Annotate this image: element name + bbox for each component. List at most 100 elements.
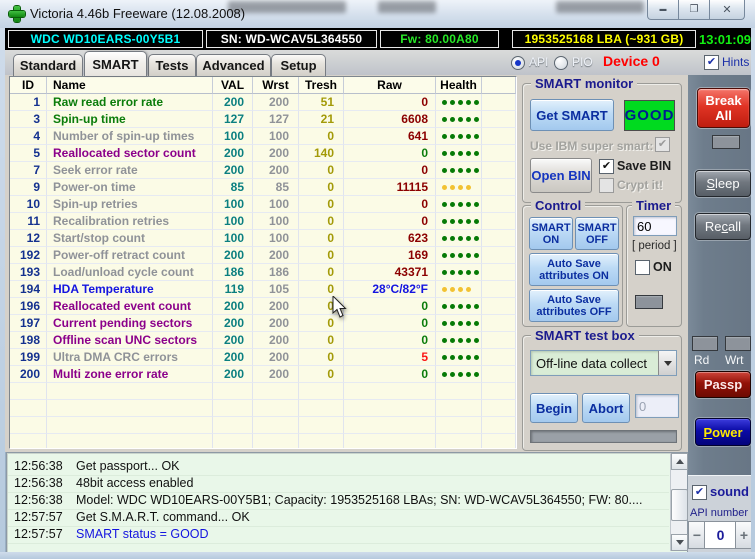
maximize-icon[interactable]	[678, 0, 710, 20]
smart-attribute-row[interactable]: 4Number of spin-up times1001000641	[10, 128, 516, 145]
auto-save-off-button[interactable]: Auto Save attributes OFF	[529, 289, 619, 322]
smart-attribute-row[interactable]: 12Start/stop count1001000623	[10, 230, 516, 247]
health-dot-icon	[458, 253, 463, 258]
column-header-raw: Raw	[344, 77, 436, 94]
tab-standard[interactable]: Standard	[13, 54, 83, 76]
cell-name: Load/unload cycle count	[47, 264, 213, 281]
cell-id: 1	[10, 94, 47, 111]
close-icon[interactable]	[709, 0, 745, 20]
smart-attribute-row[interactable]: 1Raw read error rate200200510	[10, 94, 516, 111]
sound-checkbox[interactable]	[692, 485, 707, 500]
pio-radio-label: PIO	[572, 55, 593, 69]
smart-attributes-table[interactable]: IDNameVALWrstTreshRawHealth 1Raw read er…	[9, 76, 517, 449]
log-panel[interactable]: 12:56:38Get passport... OK12:56:3848bit …	[6, 452, 688, 554]
save-bin-checkbox[interactable]	[599, 159, 614, 174]
cell-name: Start/stop count	[47, 230, 213, 247]
cell-wrst: 200	[253, 332, 299, 349]
cell-name: Raw read error rate	[47, 94, 213, 111]
tab-setup[interactable]: Setup	[271, 54, 326, 76]
health-dot-icon	[458, 236, 463, 241]
timer-period-input[interactable]	[633, 216, 677, 236]
smart-attribute-row[interactable]: 196Reallocated event count20020000	[10, 298, 516, 315]
api-number-value[interactable]: 0	[704, 521, 737, 549]
health-dot-icon	[458, 355, 463, 360]
smart-attribute-row[interactable]: 11Recalibration retries10010000	[10, 213, 516, 230]
minimize-icon[interactable]	[647, 0, 679, 20]
smart-attribute-row[interactable]: 194HDA Temperature119105028°C/82°F	[10, 281, 516, 298]
tab-advanced[interactable]: Advanced	[196, 54, 271, 76]
health-dot-icon	[466, 287, 471, 292]
cell-raw: 0	[344, 366, 436, 383]
log-scrollbar[interactable]	[670, 453, 687, 551]
read-indicator-label: Rd	[694, 353, 709, 367]
busy-indicator	[712, 135, 740, 149]
cell-wrst: 100	[253, 128, 299, 145]
health-dot-icon	[442, 185, 447, 190]
test-counter-field[interactable]	[635, 394, 679, 418]
power-button[interactable]: Power	[695, 418, 751, 446]
smart-attribute-row[interactable]: 7Seek error rate20020000	[10, 162, 516, 179]
get-smart-button[interactable]: Get SMART	[530, 99, 614, 131]
smart-on-button[interactable]: SMART ON	[529, 217, 573, 250]
cell-health-dots	[436, 179, 482, 196]
test-type-selected: Off-line data collect	[531, 356, 658, 371]
passport-button[interactable]: Passp	[695, 371, 751, 398]
chevron-down-icon[interactable]	[658, 351, 676, 375]
cell-extra	[482, 213, 516, 230]
health-dot-icon	[442, 304, 447, 309]
scroll-down-icon[interactable]	[671, 534, 688, 551]
cell-health-dots	[436, 196, 482, 213]
timer-on-checkbox[interactable]	[635, 260, 650, 275]
smart-attribute-row[interactable]: 192Power-off retract count2002000169	[10, 247, 516, 264]
crypt-checkbox	[599, 178, 614, 193]
health-dot-icon	[458, 321, 463, 326]
tab-tests[interactable]: Tests	[148, 54, 196, 76]
smart-attribute-row[interactable]: 197Current pending sectors20020000	[10, 315, 516, 332]
cell-val: 200	[213, 366, 253, 383]
cell-id: 11	[10, 213, 47, 230]
smart-attribute-row[interactable]: 5Reallocated sector count2002001400	[10, 145, 516, 162]
timer-title: Timer	[632, 198, 675, 213]
column-header-wrst: Wrst	[253, 77, 299, 94]
health-dot-icon	[450, 151, 455, 156]
smart-attribute-row[interactable]: 198Offline scan UNC sectors20020000	[10, 332, 516, 349]
tab-smart[interactable]: SMART	[84, 51, 147, 76]
cell-health-dots	[436, 213, 482, 230]
api-radio[interactable]	[511, 56, 525, 70]
cell-name: HDA Temperature	[47, 281, 213, 298]
open-bin-button[interactable]: Open BIN	[530, 158, 592, 193]
smart-attribute-row[interactable]: 199Ultra DMA CRC errors20020005	[10, 349, 516, 366]
smart-attribute-row[interactable]: 193Load/unload cycle count186186043371	[10, 264, 516, 281]
test-type-dropdown[interactable]: Off-line data collect	[530, 350, 677, 376]
smart-attribute-row[interactable]: 3Spin-up time127127216608	[10, 111, 516, 128]
smart-off-button[interactable]: SMART OFF	[575, 217, 619, 250]
smart-attribute-row[interactable]: 9Power-on time8585011115	[10, 179, 516, 196]
window-title: Victoria 4.46b Freeware (12.08.2008)	[30, 6, 245, 21]
begin-test-button[interactable]: Begin	[530, 393, 578, 423]
hints-checkbox[interactable]	[704, 55, 719, 70]
auto-save-on-button[interactable]: Auto Save attributes ON	[529, 253, 619, 286]
cell-extra	[482, 264, 516, 281]
cell-id: 7	[10, 162, 47, 179]
recall-button[interactable]: Recall	[695, 213, 751, 240]
column-header-id: ID	[10, 77, 47, 94]
sleep-button[interactable]: Sleep	[695, 170, 751, 197]
smart-attribute-row[interactable]: 200Multi zone error rate20020000	[10, 366, 516, 383]
abort-test-button[interactable]: Abort	[582, 393, 630, 423]
drive-serial-box: SN: WD-WCAV5L364550	[206, 30, 377, 48]
break-all-button[interactable]: Break All	[697, 88, 750, 128]
health-dot-icon	[458, 134, 463, 139]
test-progress-bar	[530, 430, 677, 443]
smart-attribute-row[interactable]: 10Spin-up retries10010000	[10, 196, 516, 213]
pio-radio[interactable]	[554, 56, 568, 70]
background-window-blur	[556, 1, 644, 13]
cell-extra	[482, 196, 516, 213]
cell-name: Current pending sectors	[47, 315, 213, 332]
scroll-up-icon[interactable]	[671, 453, 688, 470]
health-dot-icon	[458, 168, 463, 173]
cell-raw: 0	[344, 196, 436, 213]
health-dot-icon	[442, 338, 447, 343]
cell-id: 197	[10, 315, 47, 332]
scrollbar-thumb[interactable]	[671, 489, 688, 521]
cell-raw: 28°C/82°F	[344, 281, 436, 298]
